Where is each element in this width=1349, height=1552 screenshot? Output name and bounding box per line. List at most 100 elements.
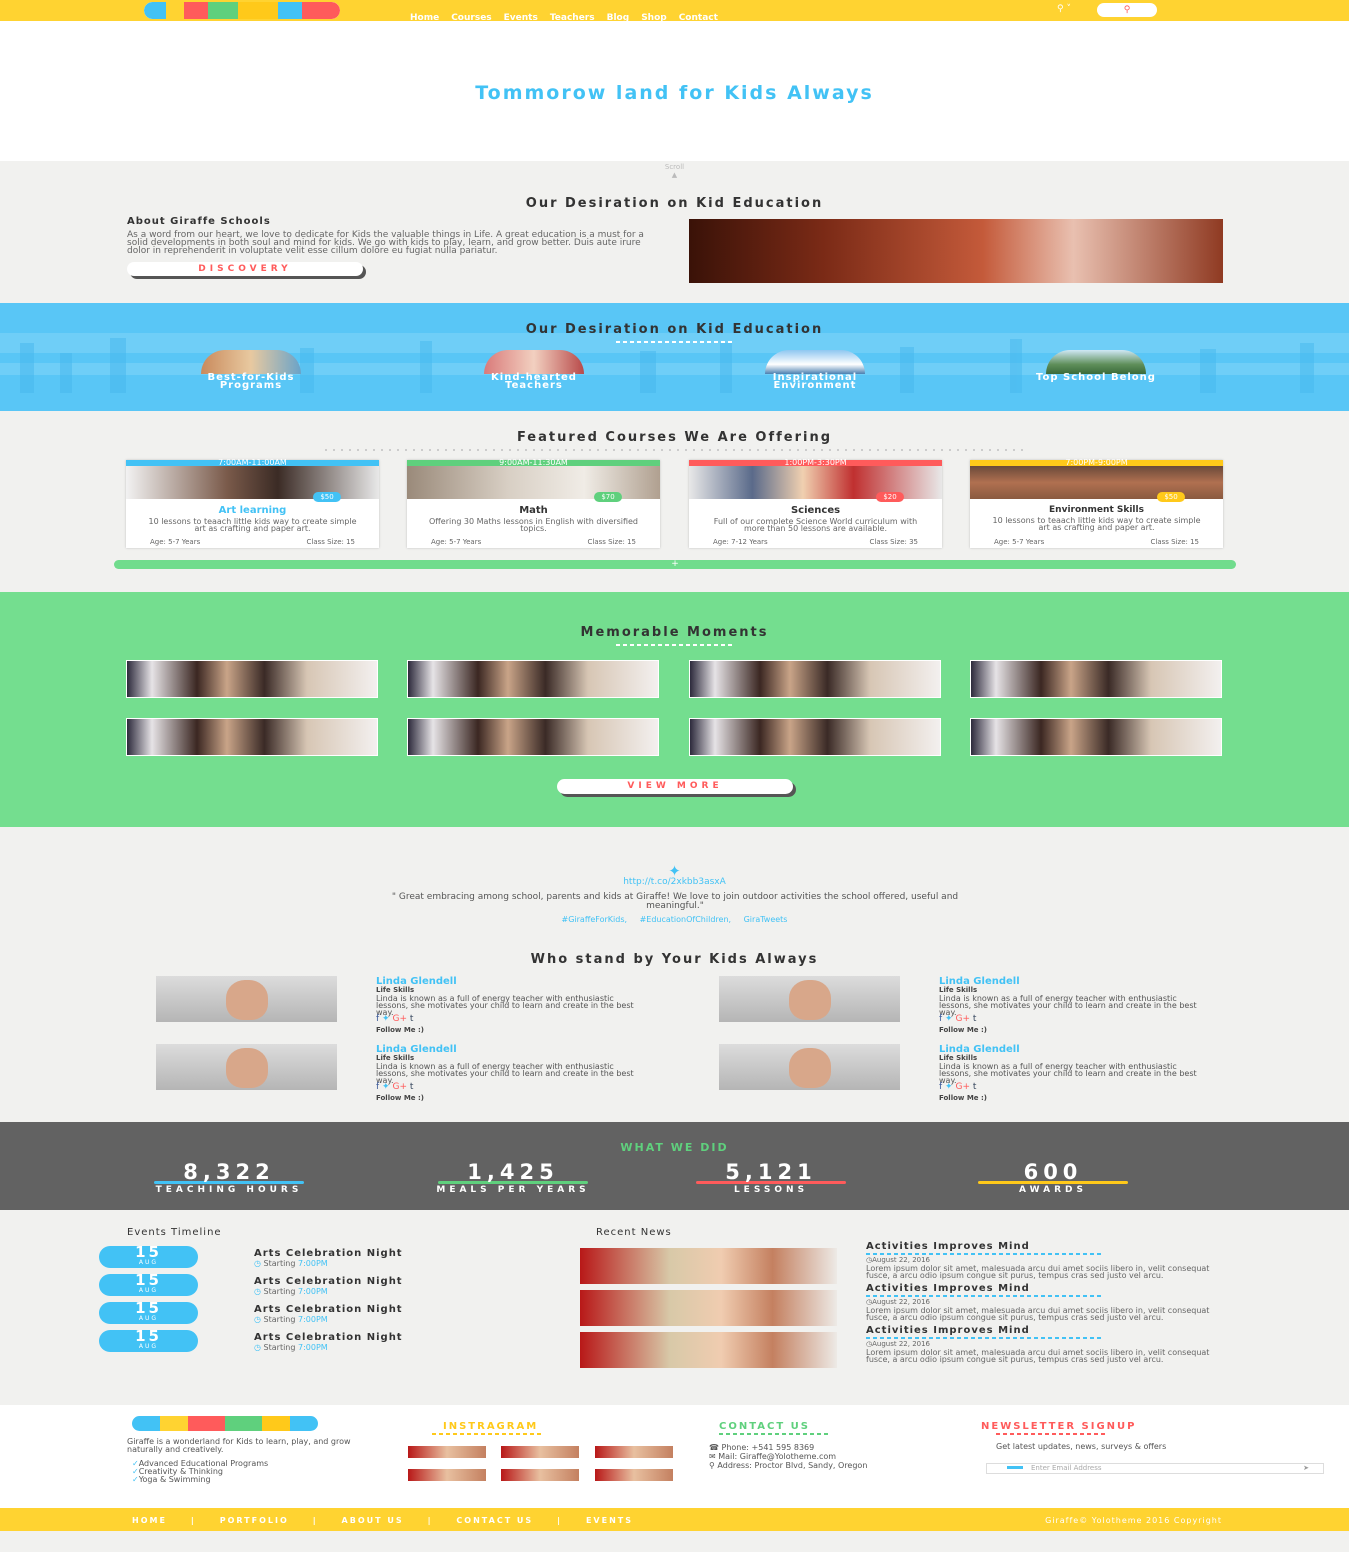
gallery-photo[interactable] bbox=[126, 660, 378, 698]
news-image[interactable] bbox=[580, 1248, 837, 1284]
course-name[interactable]: Environment Skills bbox=[970, 505, 1223, 515]
course-card[interactable]: 7:00PM-9:00PM $50 Environment Skills 10 … bbox=[970, 459, 1223, 548]
tweet-hashtag[interactable]: #GiraffeForKids, bbox=[562, 915, 628, 924]
feature-item[interactable]: Kind-hearted Teachers bbox=[464, 350, 604, 391]
twitter-icon[interactable]: ✦ bbox=[945, 1014, 953, 1024]
event-item[interactable]: 15 AUG Arts Celebration Night ◷ Starting 7:… bbox=[99, 1273, 479, 1296]
twitter-icon[interactable]: ✦ bbox=[382, 1014, 390, 1024]
instagram-photo[interactable] bbox=[595, 1469, 673, 1481]
footer-link-contact[interactable]: CONTACT US bbox=[456, 1516, 533, 1525]
course-size: Class Size: 15 bbox=[306, 538, 355, 546]
facebook-icon[interactable]: f bbox=[939, 1014, 942, 1024]
teacher-bio: Linda is known as a full of energy teach… bbox=[939, 1062, 1197, 1085]
copyright: Giraffe© Yolotheme 2016 Copyright bbox=[1045, 1516, 1222, 1525]
gallery-photo[interactable] bbox=[689, 660, 941, 698]
load-more-courses-button[interactable]: + bbox=[114, 560, 1236, 569]
teacher-role: Life Skills bbox=[376, 1054, 415, 1062]
teacher-card: Linda Glendell Life Skills Linda is know… bbox=[156, 976, 636, 1034]
feature-image bbox=[1046, 350, 1146, 374]
course-name[interactable]: Sciences bbox=[689, 505, 942, 516]
scroll-label[interactable]: Scroll bbox=[665, 163, 684, 171]
teacher-bio: Linda is known as a full of energy teach… bbox=[376, 1062, 634, 1085]
title-divider bbox=[615, 644, 734, 646]
stat-item: 1,425 MEALS PER YEARS bbox=[403, 1162, 623, 1195]
event-title[interactable]: Arts Celebration Night bbox=[254, 1248, 403, 1259]
gallery-photo[interactable] bbox=[407, 718, 659, 756]
teacher-social: f ✦ G+ t bbox=[376, 1082, 413, 1092]
news-image[interactable] bbox=[580, 1332, 837, 1368]
scroll-up-icon[interactable]: ▲ bbox=[672, 171, 677, 179]
gallery-photo[interactable] bbox=[689, 718, 941, 756]
tumblr-icon[interactable]: t bbox=[973, 1014, 977, 1024]
feature-item[interactable]: Top School Belong bbox=[1026, 350, 1166, 383]
send-icon: ➤ bbox=[1303, 1464, 1309, 1472]
gallery-photo[interactable] bbox=[970, 718, 1222, 756]
twitter-icon[interactable]: ✦ bbox=[945, 1082, 953, 1092]
teacher-social: f ✦ G+ t bbox=[376, 1014, 413, 1024]
instagram-photo[interactable] bbox=[501, 1446, 579, 1458]
course-image bbox=[126, 466, 379, 499]
tweet-text: " Great embracing among school, parents … bbox=[391, 892, 959, 911]
news-headline[interactable]: Activities Improves Mind bbox=[866, 1241, 1226, 1252]
event-item[interactable]: 15 AUG Arts Celebration Night ◷ Starting 7:… bbox=[99, 1329, 479, 1352]
google-plus-icon[interactable]: G+ bbox=[392, 1014, 407, 1024]
news-headline[interactable]: Activities Improves Mind bbox=[866, 1325, 1226, 1336]
newsletter-email-input[interactable]: Enter Email Address ➤ bbox=[986, 1463, 1324, 1474]
course-price: $70 bbox=[594, 492, 622, 502]
search-button[interactable]: ⚲ bbox=[1097, 3, 1157, 17]
stats-title: WHAT WE DID bbox=[620, 1141, 729, 1154]
feature-item[interactable]: Inspirational Environment bbox=[745, 350, 885, 391]
footer-link-portfolio[interactable]: PORTFOLIO bbox=[220, 1516, 289, 1525]
view-more-button[interactable]: VIEW MORE bbox=[557, 779, 793, 794]
google-plus-icon[interactable]: G+ bbox=[955, 1014, 970, 1024]
follow-label: Follow Me :) bbox=[376, 1094, 424, 1102]
event-date: 15 AUG bbox=[99, 1329, 198, 1352]
footer-logo[interactable] bbox=[132, 1416, 318, 1431]
tumblr-icon[interactable]: t bbox=[410, 1014, 414, 1024]
facebook-icon[interactable]: f bbox=[376, 1014, 379, 1024]
tweet-hashtag[interactable]: GiraTweets bbox=[744, 915, 788, 924]
follow-label: Follow Me :) bbox=[939, 1094, 987, 1102]
section-title-features: Our Desiration on Kid Education bbox=[525, 322, 824, 337]
course-card[interactable]: 9:00AM-11:30AM $70 Math Offering 30 Math… bbox=[407, 459, 660, 548]
event-title[interactable]: Arts Celebration Night bbox=[254, 1276, 403, 1287]
tumblr-icon[interactable]: t bbox=[973, 1082, 977, 1092]
instagram-photo[interactable] bbox=[595, 1446, 673, 1458]
about-text: As a word from our heart, we love to ded… bbox=[127, 230, 644, 256]
footer-link-about[interactable]: ABOUT US bbox=[342, 1516, 404, 1525]
tumblr-icon[interactable]: t bbox=[410, 1082, 414, 1092]
event-item[interactable]: 15 AUG Arts Celebration Night ◷ Starting 7:… bbox=[99, 1245, 479, 1268]
facebook-icon[interactable]: f bbox=[376, 1082, 379, 1092]
footer-link-events[interactable]: EVENTS bbox=[586, 1516, 633, 1525]
gallery-photo[interactable] bbox=[126, 718, 378, 756]
event-title[interactable]: Arts Celebration Night bbox=[254, 1304, 403, 1315]
twitter-icon[interactable]: ✦ bbox=[382, 1082, 390, 1092]
news-excerpt: Lorem ipsum dolor sit amet, malesuada ar… bbox=[866, 1348, 1210, 1364]
course-card[interactable]: 1:00PM-3:30PM $20 Sciences Full of our c… bbox=[689, 459, 942, 548]
instagram-photo[interactable] bbox=[408, 1469, 486, 1481]
event-item[interactable]: 15 AUG Arts Celebration Night ◷ Starting 7:… bbox=[99, 1301, 479, 1324]
gallery-photo[interactable] bbox=[970, 660, 1222, 698]
course-name[interactable]: Math bbox=[407, 505, 660, 516]
user-icon[interactable]: ⚲ ˅ bbox=[1057, 4, 1071, 14]
instagram-photo[interactable] bbox=[501, 1469, 579, 1481]
news-image[interactable] bbox=[580, 1290, 837, 1326]
facebook-icon[interactable]: f bbox=[939, 1082, 942, 1092]
follow-label: Follow Me :) bbox=[939, 1026, 987, 1034]
site-logo[interactable] bbox=[144, 2, 340, 19]
discovery-button[interactable]: DISCOVERY bbox=[127, 262, 363, 276]
event-title[interactable]: Arts Celebration Night bbox=[254, 1332, 403, 1343]
tweet-hashtag[interactable]: #EducationOfChildren, bbox=[640, 915, 731, 924]
feature-item[interactable]: Best-for-Kids Programs bbox=[181, 350, 321, 391]
gallery-photo[interactable] bbox=[407, 660, 659, 698]
course-card[interactable]: 7:00AM-11:00AM $50 Art learning 10 lesso… bbox=[126, 459, 379, 548]
google-plus-icon[interactable]: G+ bbox=[392, 1082, 407, 1092]
course-name[interactable]: Art learning bbox=[126, 505, 379, 516]
footer-link-home[interactable]: HOME bbox=[132, 1516, 167, 1525]
tweet-link[interactable]: http://t.co/2xkbb3asxA bbox=[623, 877, 726, 887]
google-plus-icon[interactable]: G+ bbox=[955, 1082, 970, 1092]
news-item: Activities Improves Mind ◷August 22, 2016… bbox=[866, 1241, 1226, 1280]
instagram-photo[interactable] bbox=[408, 1446, 486, 1458]
stat-label: TEACHING HOURS bbox=[155, 1185, 303, 1195]
news-headline[interactable]: Activities Improves Mind bbox=[866, 1283, 1226, 1294]
